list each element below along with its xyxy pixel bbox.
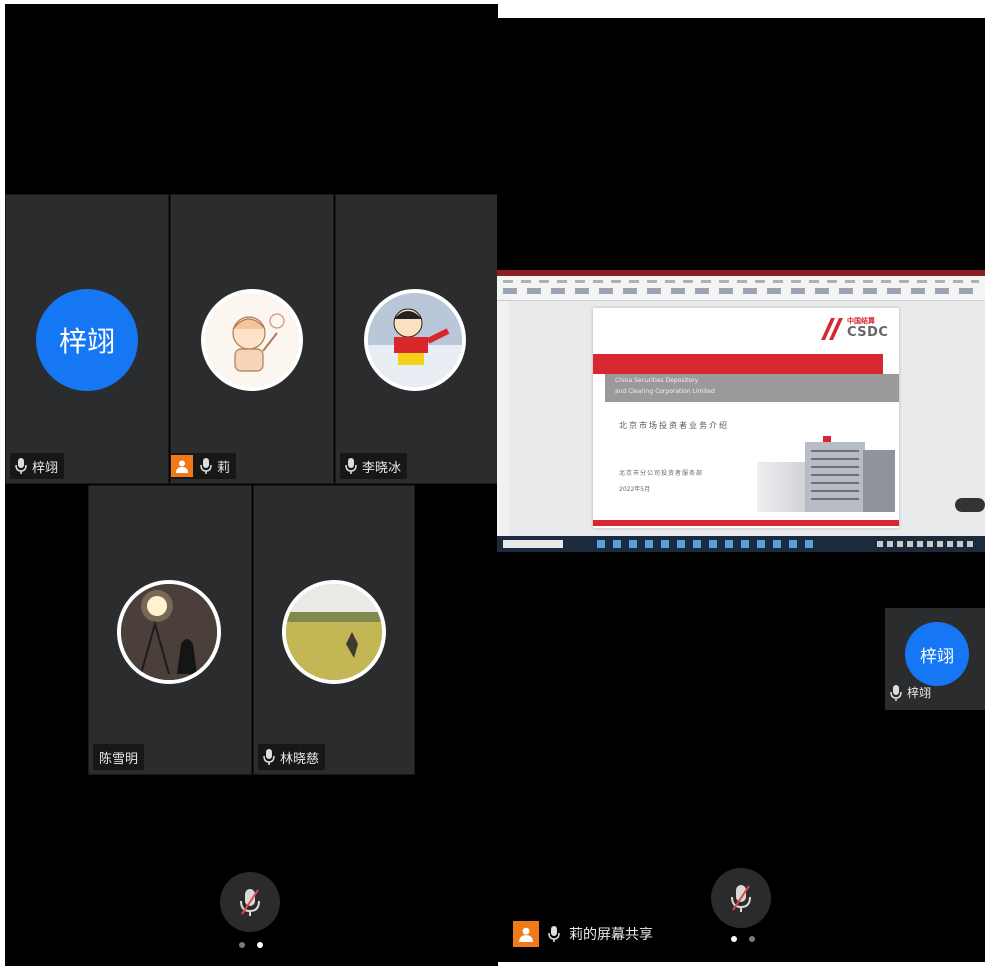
microphone-icon <box>15 458 27 474</box>
participant-tile-lixiaobing[interactable]: 李晓冰 <box>335 194 498 484</box>
slide-subtitle-en-1: China Securities Depository <box>615 377 699 384</box>
page-indicator-dot[interactable] <box>749 936 755 942</box>
microphone-muted-icon <box>240 889 260 916</box>
pip-participant-video[interactable]: 梓翊 梓翊 <box>885 608 985 710</box>
avatar-initials: 梓翊 <box>920 646 954 667</box>
avatar <box>201 289 303 391</box>
participant-name: 梓翊 <box>32 460 59 476</box>
microphone-toggle-button[interactable] <box>711 868 771 928</box>
participant-name: 林晓慈 <box>280 751 320 767</box>
cartoon-girl-avatar-image <box>205 293 299 387</box>
microphone-icon <box>548 926 560 942</box>
name-tag: 李晓冰 <box>340 453 408 479</box>
building-illustration <box>727 428 897 518</box>
avatar <box>364 289 466 391</box>
left-meeting-panel: 梓翊 梓翊 莉 李晓冰 陈雪明 林晓慈 <box>5 4 498 966</box>
brand-en: CSDC <box>847 325 889 340</box>
slide-title: 北京市场投资者业务介绍 <box>619 421 729 430</box>
participant-tile-linxiaoci[interactable]: 林晓慈 <box>253 485 415 775</box>
slide-red-band <box>593 354 883 374</box>
field-photo-avatar-image <box>286 584 382 680</box>
moon-photo-avatar-image <box>121 584 217 680</box>
presentation-slide: 中国结算 CSDC China Securities Depository an… <box>593 308 899 528</box>
name-tag: 莉 <box>171 453 237 479</box>
share-label-text: 莉的屏幕共享 <box>569 927 653 943</box>
page-indicator-dot-active[interactable] <box>731 936 737 942</box>
name-tag: 陈雪明 <box>93 744 145 770</box>
participant-name: 莉 <box>217 460 231 476</box>
host-badge-icon <box>513 921 539 947</box>
host-badge-icon <box>171 455 193 477</box>
shared-screen[interactable]: 中国结算 CSDC China Securities Depository an… <box>497 270 985 552</box>
microphone-icon <box>263 749 275 765</box>
slide-bottom-bar <box>593 520 899 526</box>
microphone-muted-icon <box>731 885 751 912</box>
participant-tile-ziyi[interactable]: 梓翊 梓翊 <box>5 194 169 484</box>
name-tag: 梓翊 <box>889 684 931 701</box>
csdc-logo: 中国结算 CSDC <box>821 316 891 342</box>
slide-gray-band: China Securities Depository and Clearing… <box>605 374 899 402</box>
avatar <box>117 580 221 684</box>
participant-name: 梓翊 <box>907 686 932 700</box>
page-indicator-dot-active[interactable] <box>257 942 263 948</box>
slide-subtitle-en-2: and Clearing Corporation Limited <box>615 388 715 395</box>
webcam-thumbnail <box>955 498 985 512</box>
microphone-icon <box>345 458 357 474</box>
windows-taskbar <box>497 536 985 552</box>
slide-org: 北京市分公司投资者服务部 <box>619 470 704 477</box>
avatar: 梓翊 <box>36 289 138 391</box>
right-screen-share-panel: 中国结算 CSDC China Securities Depository an… <box>497 18 985 962</box>
avatar: 梓翊 <box>905 622 969 686</box>
microphone-toggle-button[interactable] <box>220 872 280 932</box>
cartoon-boy-avatar-image <box>368 293 462 387</box>
slide-date: 2022年5月 <box>619 486 651 493</box>
csdc-logo-icon <box>821 318 843 340</box>
screen-share-label: 莉的屏幕共享 <box>513 920 653 948</box>
app-ribbon-toolbar <box>497 270 985 301</box>
participant-tile-chenxueming[interactable]: 陈雪明 <box>88 485 252 775</box>
participant-name: 陈雪明 <box>99 751 139 767</box>
slide-thumbnail-strip <box>497 301 509 536</box>
microphone-icon <box>200 458 212 474</box>
microphone-icon <box>890 684 902 701</box>
name-tag: 梓翊 <box>10 453 65 479</box>
avatar <box>282 580 386 684</box>
avatar-initials: 梓翊 <box>58 325 115 358</box>
name-tag: 林晓慈 <box>258 744 326 770</box>
participant-name: 李晓冰 <box>362 460 402 476</box>
page-indicator-dot[interactable] <box>239 942 245 948</box>
participant-tile-li[interactable]: 莉 <box>170 194 334 484</box>
